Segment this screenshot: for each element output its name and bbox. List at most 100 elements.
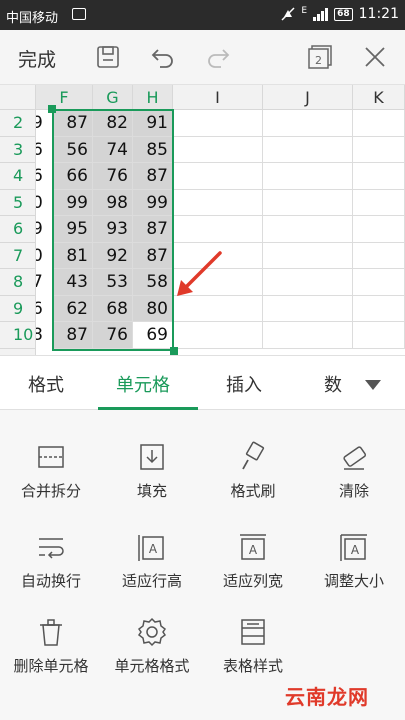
cell-k4[interactable] <box>353 163 405 190</box>
clipped-cell-e[interactable]: 9 <box>36 216 54 243</box>
column-header-g[interactable]: G <box>93 85 133 110</box>
cell-h2[interactable]: 91 <box>133 110 173 137</box>
cell-f3[interactable]: 56 <box>54 136 93 163</box>
tab-format[interactable]: 格式 <box>28 371 64 397</box>
selection-handle-bottom-right[interactable] <box>170 346 178 355</box>
tool-fit-column-width[interactable]: A 适应列宽 <box>203 530 303 591</box>
cell-j2[interactable] <box>263 110 353 137</box>
cell-h5[interactable]: 99 <box>133 189 173 216</box>
cell-h7[interactable]: 87 <box>133 242 173 269</box>
tool-resize[interactable]: A 调整大小 <box>304 530 404 591</box>
cell-f9[interactable]: 62 <box>54 295 93 322</box>
cell-g5[interactable]: 98 <box>93 189 133 216</box>
row-header-9[interactable]: 9 <box>0 295 36 322</box>
done-button[interactable]: 完成 <box>18 45 56 72</box>
row-header-3[interactable]: 3 <box>0 136 36 163</box>
row-header-7[interactable]: 7 <box>0 242 36 269</box>
cell-j7[interactable] <box>263 242 353 269</box>
cell-i5[interactable] <box>173 189 263 216</box>
cell-f10[interactable]: 87 <box>54 322 93 349</box>
column-header-i[interactable]: I <box>173 85 263 110</box>
cell-g7[interactable]: 92 <box>93 242 133 269</box>
row-header-6[interactable]: 6 <box>0 216 36 243</box>
redo-icon[interactable] <box>203 42 233 72</box>
clipped-cell-e[interactable]: 6 <box>36 137 54 164</box>
cell-j8[interactable] <box>263 269 353 296</box>
row-header-2[interactable]: 2 <box>0 110 36 137</box>
cell-g9[interactable]: 68 <box>93 295 133 322</box>
tool-gear[interactable]: 单元格格式 <box>102 615 202 676</box>
tool-format-painter[interactable]: 格式刷 <box>203 440 303 501</box>
close-icon[interactable] <box>360 42 390 72</box>
clipped-cell-e[interactable]: 0 <box>36 190 54 217</box>
cell-h8[interactable]: 58 <box>133 269 173 296</box>
tool-fit-row-height[interactable]: A 适应行高 <box>102 530 202 591</box>
cell-i2[interactable] <box>173 110 263 137</box>
tab-data[interactable]: 数 <box>324 371 342 397</box>
cell-f5[interactable]: 99 <box>54 189 93 216</box>
cell-h3[interactable]: 85 <box>133 136 173 163</box>
cell-j5[interactable] <box>263 189 353 216</box>
cell-f2[interactable]: 87 <box>54 110 93 137</box>
row-header-8[interactable]: 8 <box>0 269 36 296</box>
tab-insert[interactable]: 插入 <box>226 371 262 397</box>
cell-h4[interactable]: 87 <box>133 163 173 190</box>
cell-i4[interactable] <box>173 163 263 190</box>
column-header-f[interactable]: F <box>36 85 93 110</box>
tab-cell[interactable]: 单元格 <box>116 371 170 397</box>
cell-k6[interactable] <box>353 216 405 243</box>
clipped-cell-e[interactable]: 9 <box>36 110 54 137</box>
cell-g3[interactable]: 74 <box>93 136 133 163</box>
cell-g8[interactable]: 53 <box>93 269 133 296</box>
tool-table-style[interactable]: 表格样式 <box>203 615 303 676</box>
cell-f7[interactable]: 81 <box>54 242 93 269</box>
cell-k8[interactable] <box>353 269 405 296</box>
cell-f4[interactable]: 66 <box>54 163 93 190</box>
cell-g2[interactable]: 82 <box>93 110 133 137</box>
window-switch-icon[interactable]: 2 <box>305 42 335 72</box>
tool-fill[interactable]: 填充 <box>102 440 202 501</box>
save-icon[interactable] <box>93 42 123 72</box>
cell-i6[interactable] <box>173 216 263 243</box>
column-header-k[interactable]: K <box>353 85 405 110</box>
cell-k3[interactable] <box>353 136 405 163</box>
column-header-j[interactable]: J <box>263 85 353 110</box>
clipped-cell-e[interactable]: 8 <box>36 322 54 349</box>
clipped-cell-e[interactable]: 6 <box>36 163 54 190</box>
clipped-cell-e[interactable]: 6 <box>36 296 54 323</box>
cell-k9[interactable] <box>353 295 405 322</box>
cell-i10[interactable] <box>173 322 263 349</box>
undo-icon[interactable] <box>148 42 178 72</box>
cell-k5[interactable] <box>353 189 405 216</box>
cell-g6[interactable]: 93 <box>93 216 133 243</box>
cell-g10[interactable]: 76 <box>93 322 133 349</box>
tool-merge-split[interactable]: 合并拆分 <box>1 440 101 501</box>
select-all-corner[interactable] <box>0 85 36 110</box>
cell-j3[interactable] <box>263 136 353 163</box>
cell-k7[interactable] <box>353 242 405 269</box>
cell-j9[interactable] <box>263 295 353 322</box>
row-header-4[interactable]: 4 <box>0 163 36 190</box>
selection-handle-top-left[interactable] <box>48 105 56 113</box>
clipped-cell-e[interactable]: 0 <box>36 243 54 270</box>
cell-j4[interactable] <box>263 163 353 190</box>
cell-g4[interactable]: 76 <box>93 163 133 190</box>
cell-h10[interactable]: 69 <box>133 322 173 349</box>
tool-eraser[interactable]: 清除 <box>304 440 404 501</box>
cell-i3[interactable] <box>173 136 263 163</box>
row-header-5[interactable]: 5 <box>0 189 36 216</box>
spreadsheet-grid[interactable]: F G H I J K 2 9 87 82 91 3 6 56 74 85 4 6 66 76 87 5 0 99 98 99 6 9… <box>0 85 405 355</box>
chevron-down-icon[interactable] <box>364 376 382 395</box>
tool-delete-cell[interactable]: 删除单元格 <box>1 615 101 676</box>
cell-k2[interactable] <box>353 110 405 137</box>
cell-h9[interactable]: 80 <box>133 295 173 322</box>
clipped-cell-e[interactable]: 7 <box>36 269 54 296</box>
row-header-10[interactable]: 10 <box>0 322 36 349</box>
cell-j10[interactable] <box>263 322 353 349</box>
cell-f6[interactable]: 95 <box>54 216 93 243</box>
cell-k10[interactable] <box>353 322 405 349</box>
cell-j6[interactable] <box>263 216 353 243</box>
cell-f8[interactable]: 43 <box>54 269 93 296</box>
cell-h6[interactable]: 87 <box>133 216 173 243</box>
column-header-h[interactable]: H <box>133 85 173 110</box>
